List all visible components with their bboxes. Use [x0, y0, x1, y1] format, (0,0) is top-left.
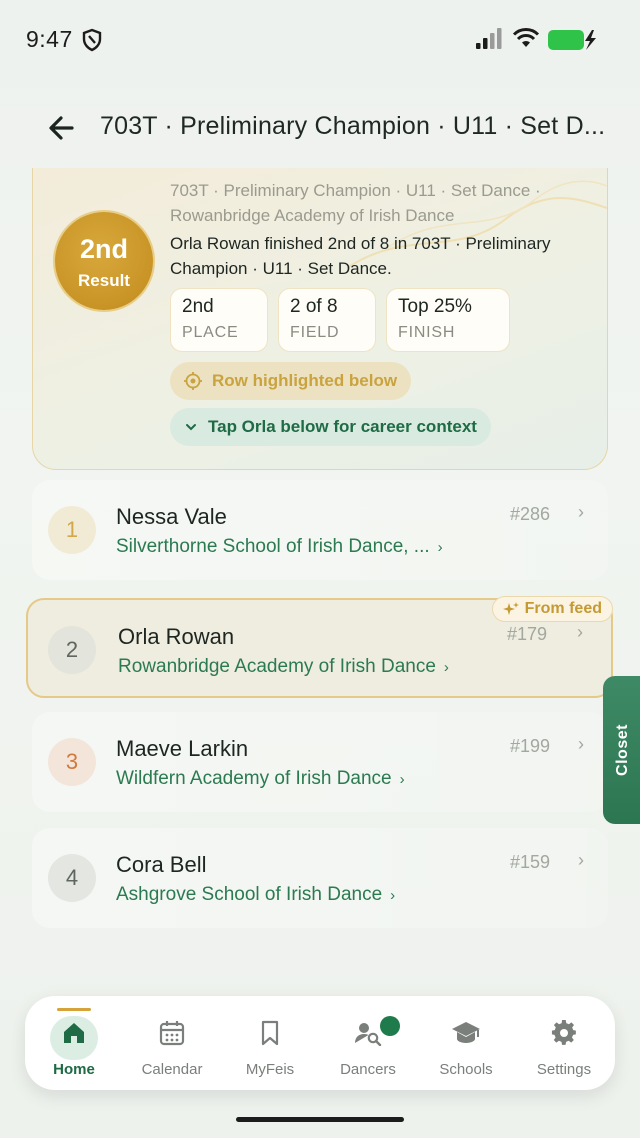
- dancer-rank: #199: [509, 736, 550, 756]
- result-summary-text: Orla Rowan finished 2nd of 8 in 703T · P…: [170, 234, 551, 278]
- stat-value: Top 25%: [398, 296, 472, 317]
- graduation-cap-icon: [452, 1022, 480, 1043]
- row-highlighted-pill: Row highlighted below: [170, 362, 412, 400]
- back-arrow-icon[interactable]: [44, 110, 80, 146]
- notification-dot: [380, 1016, 400, 1036]
- home-indicator: [236, 1117, 404, 1122]
- dancer-name: Orla Rowan: [118, 624, 235, 649]
- closet-label: Closet: [614, 724, 631, 776]
- place-value: 2nd: [79, 234, 128, 264]
- school-link[interactable]: Silverthorne School of Irish Dance, ... ›: [116, 536, 443, 558]
- nav-label: Home: [53, 1061, 95, 1078]
- nav-label: MyFeis: [245, 1061, 295, 1078]
- school-link[interactable]: Wildfern Academy of Irish Dance ›: [116, 768, 405, 790]
- from-feed-label: From feed: [524, 600, 602, 617]
- stat-label: FINISH: [398, 324, 456, 341]
- stat-row: 2nd PLACE 2 of 8 FIELD Top 25% FINISH: [170, 288, 510, 352]
- place-number: 4: [48, 854, 96, 902]
- gear-icon: [551, 1020, 576, 1045]
- from-feed-badge: From feed: [491, 596, 613, 622]
- nav-calendar[interactable]: Calendar: [123, 996, 221, 1090]
- chevron-right-icon: ›: [578, 502, 584, 522]
- chevron-right-icon: ›: [577, 622, 583, 642]
- active-indicator: [57, 1008, 91, 1011]
- dancers-search-icon: [355, 1023, 382, 1046]
- row-highlighted-label: Row highlighted below: [212, 371, 398, 390]
- dancer-rank: #159: [509, 852, 550, 872]
- nav-settings[interactable]: Settings: [515, 996, 613, 1090]
- result-row-4[interactable]: 4 Cora Bell Ashgrove School of Irish Dan…: [32, 828, 608, 928]
- closet-tab[interactable]: Closet: [603, 676, 640, 824]
- place-number: 2: [48, 626, 96, 674]
- wifi-icon: [512, 28, 540, 47]
- nav-home[interactable]: Home: [25, 996, 123, 1090]
- sparkle-icon: [502, 602, 519, 615]
- chevron-right-icon: ›: [578, 734, 584, 754]
- result-row-3[interactable]: 3 Maeve Larkin Wildfern Academy of Irish…: [32, 712, 608, 812]
- header: 703T · Preliminary Champion · U11 · Set …: [0, 100, 640, 156]
- status-time: 9:47: [26, 26, 73, 52]
- battery-charging-icon: [548, 30, 596, 50]
- stat-finish: Top 25% FINISH: [386, 288, 510, 352]
- place-caption: Result: [78, 271, 130, 290]
- nav-myfeis[interactable]: MyFeis: [221, 996, 319, 1090]
- dancer-name: Nessa Vale: [116, 504, 227, 529]
- stat-value: 2 of 8: [290, 296, 338, 317]
- shield-icon: [82, 28, 102, 52]
- stat-label: FIELD: [290, 324, 340, 341]
- status-bar: 9:47: [0, 0, 640, 80]
- calendar-icon: [159, 1021, 185, 1046]
- school-link[interactable]: Rowanbridge Academy of Irish Dance ›: [118, 656, 449, 678]
- school-link[interactable]: Ashgrove School of Irish Dance ›: [116, 884, 395, 906]
- dancer-name: Cora Bell: [116, 852, 207, 877]
- place-number: 1: [48, 506, 96, 554]
- result-row-1[interactable]: 1 Nessa Vale Silverthorne School of Iris…: [32, 480, 608, 580]
- nav-label: Settings: [536, 1061, 592, 1078]
- bottom-nav: Home Calendar MyFeis Dancers Schools Set…: [25, 996, 615, 1090]
- dancer-rank: #286: [509, 504, 550, 524]
- page-title: 703T · Preliminary Champion · U11 · Set …: [100, 112, 606, 140]
- place-number: 3: [48, 738, 96, 786]
- stat-field: 2 of 8 FIELD: [278, 288, 376, 352]
- competition-breadcrumb: 703T · Preliminary Champion · U11 · Set …: [170, 181, 541, 225]
- chevron-right-icon: ›: [578, 850, 584, 870]
- stat-place: 2nd PLACE: [170, 288, 268, 352]
- result-row-2-highlighted[interactable]: 2 Orla Rowan Rowanbridge Academy of Iris…: [26, 596, 613, 698]
- chevron-down-icon: [186, 424, 196, 431]
- dancer-name: Maeve Larkin: [116, 736, 249, 761]
- stat-label: PLACE: [182, 324, 239, 341]
- dancer-rank: #179: [506, 624, 547, 644]
- result-summary-card: 2nd Result 703T · Preliminary Champion ·…: [32, 168, 608, 470]
- nav-label: Dancers: [340, 1061, 396, 1078]
- nav-label: Calendar: [141, 1061, 203, 1078]
- career-context-label: Tap Orla below for career context: [208, 417, 477, 436]
- place-badge: 2nd Result: [55, 212, 153, 310]
- cellular-signal-icon: [476, 28, 502, 49]
- nav-dancers[interactable]: Dancers: [319, 996, 417, 1090]
- home-icon: [64, 1023, 84, 1043]
- nav-schools[interactable]: Schools: [417, 996, 515, 1090]
- bookmark-icon: [261, 1020, 279, 1046]
- target-icon: [184, 372, 202, 390]
- stat-value: 2nd: [182, 296, 214, 317]
- nav-label: Schools: [439, 1061, 493, 1078]
- career-context-pill[interactable]: Tap Orla below for career context: [170, 408, 491, 446]
